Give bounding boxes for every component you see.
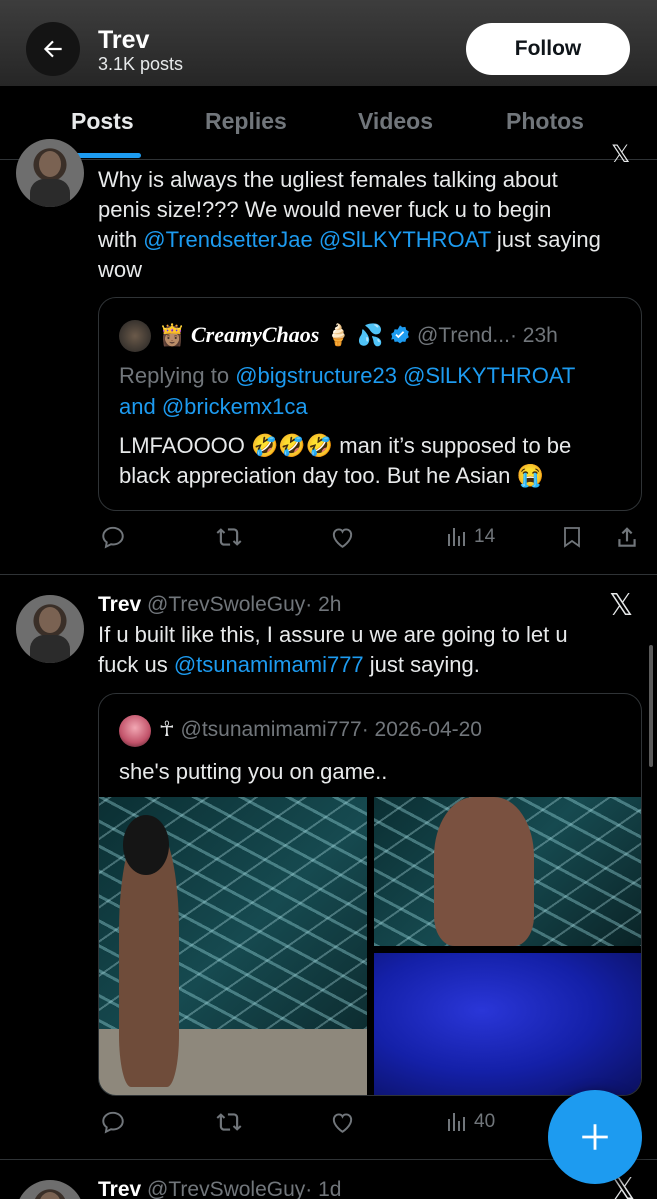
post-author-row: Trev @TrevSwoleGuy· 1d [98,1175,341,1199]
quote-body-line: black appreciation day too. But he Asian… [119,463,544,488]
post-divider [0,574,657,575]
quoted-post[interactable]: ☥ @tsunamimami777· 2026-04-20 she's putt… [98,693,642,1096]
quote-body-line: LMFAOOOO 🤣🤣🤣 man it’s supposed to be [119,433,572,458]
media-photo[interactable] [374,953,641,1095]
post-author-row: Trev @TrevSwoleGuy· 2h [98,590,341,620]
avatar[interactable] [16,595,84,663]
views-icon [448,1113,465,1131]
post-time: · 1d [305,1178,342,1199]
views-icon [448,528,465,546]
quote-time: · 23h [509,324,558,347]
post-text-line: If u built like this, I assure u we are … [98,622,568,647]
views-count: 40 [474,1111,496,1132]
profile-header: Trev 3.1K posts Follow [0,0,657,86]
quote-handle: @tsunamimami777 [180,718,362,741]
share-icon [618,527,636,547]
media-photo[interactable] [374,797,641,946]
reply-button[interactable] [100,1109,126,1135]
author-name[interactable]: Trev [98,1178,141,1199]
tab-photos[interactable]: Photos [506,108,584,135]
media-photo[interactable] [99,797,367,1095]
like-button[interactable] [329,1109,356,1135]
quote-display-name: CreamyChaos [191,322,320,347]
mention-link[interactable]: @tsunamimami777 [174,652,364,677]
verified-badge-icon [391,325,409,344]
reply-icon [102,1111,124,1134]
posts-count: 3.1K posts [98,54,184,74]
compose-button[interactable] [548,1090,642,1184]
post-text-line: wow [98,257,143,282]
bookmark-button[interactable] [560,524,584,550]
compose-plus-icon [582,1124,608,1150]
quote-display-name: ☥ [159,718,175,741]
back-button[interactable] [26,22,80,76]
post-text: just saying [490,227,601,252]
like-button[interactable] [329,524,356,550]
quote-author-row: ☥ @tsunamimami777· 2026-04-20 [159,715,482,745]
views-button[interactable]: 40 [444,1109,495,1135]
replying-to-line: and @brickemx1ca [119,392,308,422]
bookmark-icon [564,527,580,548]
reply-button[interactable] [100,524,126,550]
emoji: 🍦 💦 [325,324,384,347]
quote-body: she's putting you on game.. [119,759,388,784]
x-logo-icon: 𝕏 [611,140,631,168]
mention-link[interactable]: @brickemx1ca [162,394,308,419]
post-text: just saying. [363,652,480,677]
mention-link[interactable]: @bigstructure23 [235,363,397,388]
avatar[interactable] [16,1180,84,1199]
post-text-line: with @TrendsetterJae @SlLKYTHROAT just s… [98,225,601,255]
quoted-post[interactable]: 👸🏽 CreamyChaos 🍦 💦 @Trend...· 23h Replyi… [98,297,642,511]
author-handle[interactable]: @TrevSwoleGuy [147,1178,305,1199]
author-handle[interactable]: @TrevSwoleGuy [147,593,305,616]
mention-link[interactable]: @TrendsetterJae [143,227,312,252]
scrollbar-thumb[interactable] [649,645,653,767]
repost-button[interactable] [215,1109,243,1135]
tab-replies[interactable]: Replies [205,108,287,135]
quote-avatar [119,715,151,747]
tab-videos[interactable]: Videos [358,108,433,135]
reply-icon [102,526,124,549]
post-time: · 2h [305,593,342,616]
quote-handle: @Trend... [417,324,510,347]
author-name[interactable]: Trev [98,593,141,616]
mention-link[interactable]: @SlLKYTHROAT [319,227,491,252]
mention-link[interactable]: @SlLKYTHROAT [403,363,575,388]
profile-name: Trev [98,26,150,54]
profile-tabs: Posts Replies Videos Photos [0,86,657,160]
post-text: with [98,227,144,252]
like-icon [332,1113,353,1133]
views-button[interactable]: 14 [444,524,495,550]
views-count: 14 [474,526,496,547]
and-label: and [119,394,162,419]
tab-posts[interactable]: Posts [71,108,134,135]
emoji: 👸🏽 [159,324,186,347]
replying-to-label: Replying to [119,363,236,388]
quote-date: · 2026-04-20 [361,718,482,741]
repost-icon [216,528,242,546]
avatar[interactable] [16,139,84,207]
quote-author-row: 👸🏽 CreamyChaos 🍦 💦 @Trend...· 23h [159,320,558,351]
share-button[interactable] [614,524,640,550]
repost-button[interactable] [215,524,243,550]
repost-icon [216,1113,242,1131]
post-text: fuck us [98,652,174,677]
post-text-line: Why is always the ugliest females talkin… [98,167,558,192]
follow-button[interactable]: Follow [466,23,630,75]
post-text-line: penis size!??? We would never fuck u to … [98,197,552,222]
post-text-line: fuck us @tsunamimami777 just saying. [98,650,480,680]
replying-to-line: Replying to @bigstructure23 @SlLKYTHROAT [119,361,575,391]
quote-avatar [119,320,151,352]
back-arrow-icon [43,40,62,58]
x-logo-icon: 𝕏 [609,588,634,623]
like-icon [332,528,353,548]
